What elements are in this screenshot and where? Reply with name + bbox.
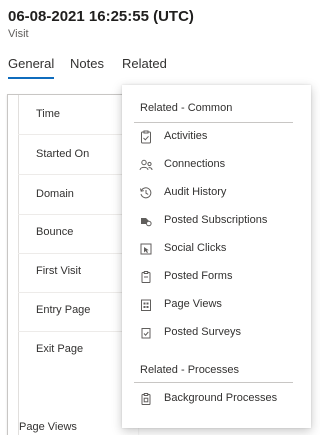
menu-item-label: Connections — [164, 158, 226, 170]
field-label-exit-page: Exit Page — [36, 343, 84, 355]
record-header: 06-08-2021 16:25:55 (UTC) Visit — [8, 7, 194, 41]
menu-item-page-views[interactable]: Page Views — [134, 293, 299, 317]
related-dropdown-menu: Related - Common Activities Connections … — [122, 85, 311, 428]
field-label-time: Time — [36, 108, 61, 120]
field-label-bounce: Bounce — [36, 226, 74, 238]
menu-item-posted-forms[interactable]: Posted Forms — [134, 265, 299, 289]
field-row-entry-page[interactable]: Entry Page — [18, 292, 139, 332]
menu-item-posted-surveys[interactable]: Posted Surveys — [134, 321, 299, 345]
tab-notes[interactable]: Notes — [70, 56, 104, 71]
menu-divider — [134, 382, 293, 383]
field-label-domain: Domain — [36, 188, 74, 200]
menu-item-audit-history[interactable]: Audit History — [134, 181, 299, 205]
survey-check-icon — [141, 328, 151, 339]
menu-item-connections[interactable]: Connections — [134, 153, 299, 177]
tab-general[interactable]: General — [8, 56, 54, 71]
menu-heading-common: Related - Common — [140, 102, 233, 114]
form-document-icon — [141, 271, 151, 283]
tab-related[interactable]: Related — [122, 56, 167, 71]
menu-item-label: Background Processes — [164, 392, 278, 404]
cursor-click-icon — [140, 243, 152, 255]
menu-item-label: Page Views — [164, 298, 222, 310]
field-label-entry-page: Entry Page — [36, 304, 91, 316]
menu-item-label: Posted Forms — [164, 270, 233, 282]
selected-tab-indicator — [8, 77, 54, 79]
menu-item-label: Social Clicks — [164, 242, 227, 254]
general-form-section: Time Started On Domain Bounce First Visi… — [7, 94, 139, 435]
menu-item-label: Posted Surveys — [164, 326, 242, 338]
menu-item-label: Activities — [164, 130, 208, 142]
page-grid-icon — [141, 299, 151, 311]
field-row-bounce[interactable]: Bounce — [18, 214, 139, 254]
field-row-time[interactable]: Time — [18, 95, 139, 135]
menu-heading-processes: Related - Processes — [140, 364, 240, 376]
field-label-started-on: Started On — [36, 148, 90, 160]
subscription-tag-icon — [141, 218, 152, 227]
menu-item-label: Audit History — [164, 186, 227, 198]
menu-item-label: Posted Subscriptions — [164, 214, 268, 226]
history-clock-icon — [140, 187, 152, 199]
menu-item-posted-subscriptions[interactable]: Posted Subscriptions — [134, 209, 299, 233]
menu-divider — [134, 122, 293, 123]
people-connections-icon — [139, 159, 153, 171]
process-clipboard-icon — [141, 393, 151, 405]
menu-item-activities[interactable]: Activities — [134, 125, 299, 149]
field-row-first-visit[interactable]: First Visit — [18, 253, 139, 293]
menu-item-social-clicks[interactable]: Social Clicks — [134, 237, 299, 261]
clipboard-check-icon — [141, 130, 151, 144]
menu-item-background-processes[interactable]: Background Processes — [134, 387, 299, 411]
record-entity-type: Visit — [8, 28, 29, 40]
record-title: 06-08-2021 16:25:55 (UTC) — [8, 8, 194, 25]
field-row-exit-page[interactable]: Exit Page — [18, 331, 139, 370]
field-row-domain[interactable]: Domain — [18, 175, 139, 215]
field-label-first-visit: First Visit — [36, 265, 82, 277]
section-label-page-views: Page Views — [19, 421, 77, 433]
field-row-started-on[interactable]: Started On — [18, 135, 139, 175]
